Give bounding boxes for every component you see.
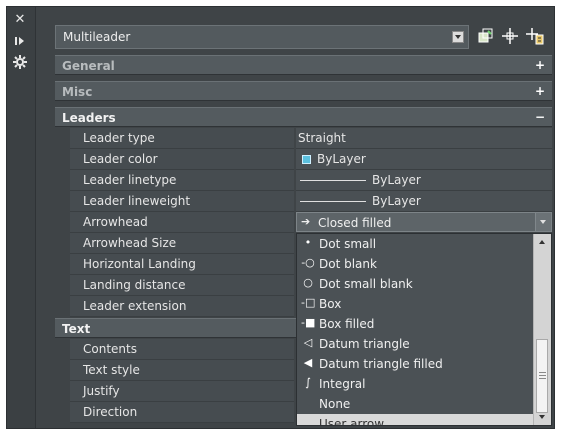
- linetype-preview-icon: [300, 180, 366, 181]
- property-label: Horizontal Landing: [83, 257, 196, 271]
- option-label: Dot small blank: [319, 277, 413, 291]
- object-type-value: Multileader: [63, 30, 131, 44]
- property-row-leader-lineweight[interactable]: Leader lineweight ByLayer: [55, 191, 552, 212]
- scroll-thumb[interactable]: [536, 339, 548, 413]
- section-misc-title: Misc: [62, 85, 93, 99]
- toggle-pickadd-icon[interactable]: [526, 27, 544, 45]
- option-label: Datum triangle: [319, 337, 410, 351]
- option-label: Integral: [319, 377, 366, 391]
- dot-blank-icon: -○: [301, 256, 315, 269]
- list-item[interactable]: -□ Box: [297, 294, 534, 314]
- property-row-arrowhead[interactable]: Arrowhead ➔ Closed filled: [55, 212, 552, 233]
- properties-panel: Multileader General + Misc + Leaders − L…: [55, 25, 552, 428]
- property-label: Arrowhead Size: [83, 236, 177, 250]
- list-item[interactable]: None: [297, 394, 534, 414]
- properties-palette: ✕ Multileader General + Misc + Leaders −…: [6, 6, 555, 429]
- select-objects-icon[interactable]: [501, 27, 519, 45]
- property-value: ByLayer: [372, 173, 421, 187]
- section-general[interactable]: General +: [55, 55, 552, 75]
- arrowhead-dropdown[interactable]: ➔ Closed filled: [296, 212, 552, 232]
- box-filled-icon: -■: [301, 316, 316, 329]
- property-row-leader-color[interactable]: Leader color ByLayer: [55, 149, 552, 170]
- integral-icon: ∫: [305, 376, 311, 389]
- property-label: Leader color: [83, 152, 158, 166]
- grip-icon: [539, 372, 546, 373]
- list-item[interactable]: ◁ Datum triangle: [297, 334, 534, 354]
- expand-icon[interactable]: +: [535, 58, 545, 72]
- dot-small-icon: •: [304, 236, 312, 249]
- property-value: ByLayer: [317, 152, 366, 166]
- list-item[interactable]: • Dot small: [297, 234, 534, 254]
- property-label: Justify: [83, 384, 120, 398]
- property-label: Leader extension: [83, 299, 187, 313]
- section-leaders-title: Leaders: [62, 111, 116, 125]
- property-label: Text style: [83, 363, 140, 377]
- option-label: Box filled: [319, 317, 375, 331]
- closed-filled-arrow-icon: ➔: [301, 215, 311, 228]
- datum-triangle-icon: ◁: [303, 336, 313, 349]
- expand-icon[interactable]: +: [535, 84, 545, 98]
- option-label: Dot blank: [319, 257, 377, 271]
- chevron-down-icon[interactable]: [535, 213, 551, 231]
- lineweight-preview-icon: [300, 201, 366, 202]
- arrowhead-options-list[interactable]: • Dot small -○ Dot blank ○ Dot small bla…: [296, 233, 552, 426]
- section-leaders[interactable]: Leaders −: [55, 107, 552, 127]
- property-label: Leader type: [83, 131, 155, 145]
- property-label: Direction: [83, 405, 138, 419]
- property-label: Leader lineweight: [83, 194, 191, 208]
- section-general-title: General: [62, 59, 115, 73]
- collapse-icon[interactable]: −: [535, 110, 545, 124]
- section-misc[interactable]: Misc +: [55, 81, 552, 101]
- list-item[interactable]: ◀ Datum triangle filled: [297, 354, 534, 374]
- list-item[interactable]: ∫ Integral: [297, 374, 534, 394]
- list-item[interactable]: -■ Box filled: [297, 314, 534, 334]
- dot-small-blank-icon: ○: [303, 276, 313, 289]
- property-label: Contents: [83, 342, 137, 356]
- color-swatch-icon: [302, 155, 311, 164]
- list-item[interactable]: -○ Dot blank: [297, 254, 534, 274]
- option-label: None: [319, 397, 351, 411]
- quick-select-icon[interactable]: [477, 27, 495, 45]
- list-scrollbar[interactable]: [533, 234, 551, 425]
- properties-icon[interactable]: [13, 55, 27, 69]
- property-value: Closed filled: [318, 216, 392, 230]
- palette-titlebar: ✕: [7, 7, 36, 428]
- datum-triangle-filled-icon: ◀: [303, 356, 313, 369]
- list-item[interactable]: ○ Dot small blank: [297, 274, 534, 294]
- box-icon: -□: [301, 296, 316, 309]
- property-label: Landing distance: [83, 278, 186, 292]
- scroll-up-icon[interactable]: [539, 240, 545, 244]
- option-label: Box: [319, 297, 342, 311]
- property-row-leader-type[interactable]: Leader type Straight: [55, 128, 552, 149]
- property-label: Arrowhead: [83, 215, 148, 229]
- property-label: Leader linetype: [83, 173, 177, 187]
- object-type-dropdown[interactable]: Multileader: [55, 25, 469, 49]
- close-icon[interactable]: ✕: [13, 13, 27, 27]
- property-value: Straight: [298, 131, 346, 145]
- section-text-title: Text: [62, 322, 91, 336]
- option-label: Datum triangle filled: [319, 357, 443, 371]
- property-value: ByLayer: [372, 194, 421, 208]
- list-item-selected[interactable]: User arrow: [297, 414, 534, 426]
- chevron-down-icon[interactable]: [452, 31, 464, 43]
- scroll-down-icon[interactable]: [539, 415, 545, 419]
- property-row-leader-linetype[interactable]: Leader linetype ByLayer: [55, 170, 552, 191]
- pin-icon[interactable]: [13, 34, 27, 48]
- option-label: Dot small: [319, 237, 377, 251]
- option-label: User arrow: [319, 417, 385, 426]
